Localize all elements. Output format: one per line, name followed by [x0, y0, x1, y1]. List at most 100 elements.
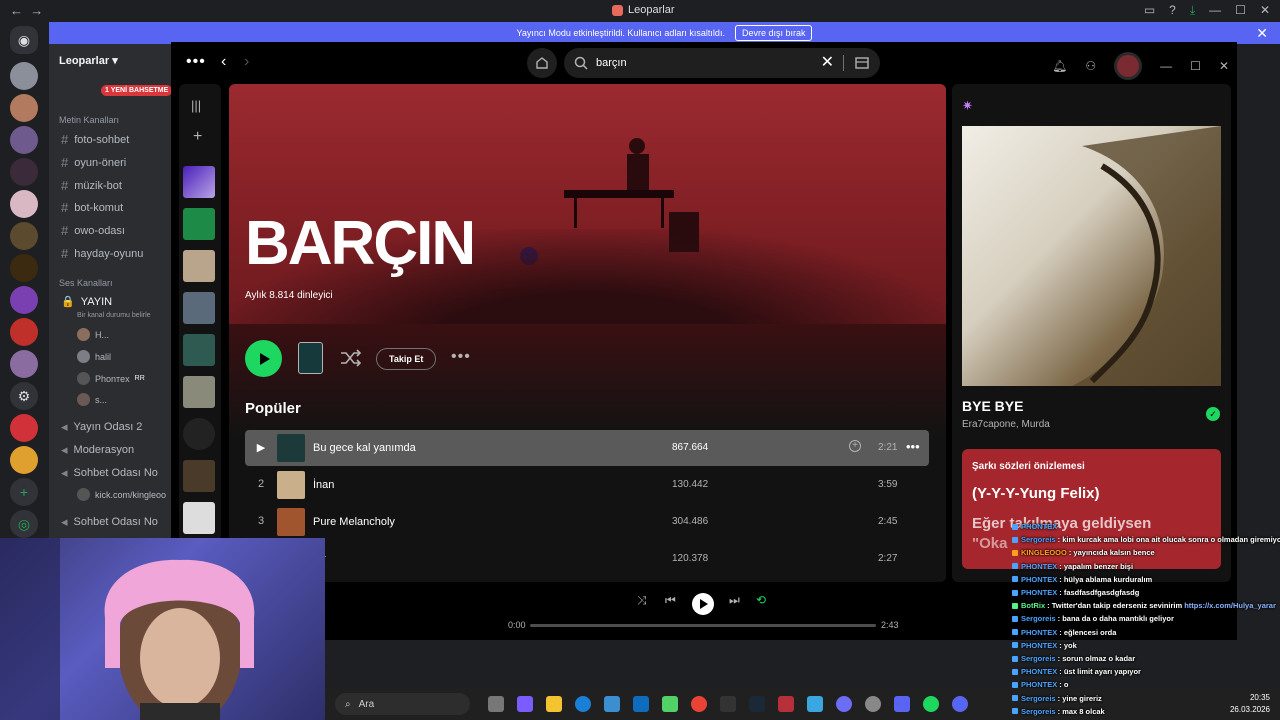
server-icon[interactable]	[10, 94, 38, 122]
voice-user[interactable]: Phonтex RR	[77, 372, 145, 385]
back-icon[interactable]: ‹	[221, 53, 226, 71]
home-button[interactable]	[527, 48, 557, 78]
guild-name[interactable]: Leoparlar ▾	[59, 54, 118, 67]
playlist-tile[interactable]	[183, 334, 215, 366]
server-icon[interactable]	[10, 158, 38, 186]
play-pause-button[interactable]	[692, 593, 714, 615]
progress-bar[interactable]	[530, 624, 876, 627]
openai-icon[interactable]: ⚙	[10, 382, 38, 410]
friends-icon[interactable]: ⚇	[1085, 59, 1096, 73]
kick-icon[interactable]	[662, 696, 678, 712]
server-icon[interactable]	[10, 414, 38, 442]
spotify-icon[interactable]	[923, 696, 939, 712]
previous-icon[interactable]: ⏮︎	[665, 593, 676, 608]
voice-user[interactable]: H...	[77, 328, 109, 341]
playlist-tile[interactable]	[183, 376, 215, 408]
channel-item[interactable]: # bot-komut	[61, 200, 123, 215]
saved-episodes-tile[interactable]	[183, 208, 215, 240]
voice-channel-live[interactable]: 🔒 YAYIN	[61, 295, 112, 309]
channel-item[interactable]: # oyun-öneri	[61, 155, 126, 170]
library-icon[interactable]: |||	[191, 98, 201, 113]
voice-user[interactable]: s...	[77, 393, 107, 406]
server-icon[interactable]	[10, 254, 38, 282]
channel-item[interactable]: # müzik-bot	[61, 178, 122, 193]
voice-user[interactable]: halil	[77, 350, 111, 363]
chrome-icon[interactable]	[691, 696, 707, 712]
search-input[interactable]	[596, 57, 826, 69]
app-icon[interactable]	[778, 696, 794, 712]
new-mention-badge[interactable]: 1 YENİ BAHSETME	[101, 85, 173, 96]
discover-icon[interactable]: ◎	[10, 510, 38, 538]
server-icon[interactable]	[10, 286, 38, 314]
forward-icon[interactable]: ›	[244, 53, 249, 71]
channel-item[interactable]: # foto-sohbet	[61, 132, 129, 147]
close-window-icon[interactable]: ✕	[1219, 59, 1229, 73]
track-title[interactable]: Pure Melancholy	[313, 516, 395, 528]
copilot-icon[interactable]	[517, 696, 533, 712]
now-playing-title[interactable]: BYE BYE	[962, 398, 1023, 414]
discord-icon[interactable]	[952, 696, 968, 712]
artist-tile[interactable]	[183, 418, 215, 450]
playlist-tile[interactable]	[183, 292, 215, 324]
channel-status[interactable]: Bir kanal durumu belirle	[77, 312, 151, 319]
server-icon[interactable]	[10, 350, 38, 378]
edge-icon[interactable]	[575, 696, 591, 712]
file-explorer-icon[interactable]	[546, 696, 562, 712]
more-options-icon[interactable]: •••	[451, 348, 471, 366]
kick-link[interactable]: kick.com/kingleoo	[77, 488, 166, 501]
maximize-icon[interactable]: ☐	[1235, 3, 1246, 18]
more-options-icon[interactable]: •••	[906, 439, 920, 454]
voice-channels-category[interactable]: Ses Kanalları	[59, 278, 113, 288]
track-title[interactable]: İnan	[313, 479, 334, 491]
profile-avatar[interactable]	[1114, 52, 1143, 80]
browse-icon[interactable]	[854, 54, 870, 70]
menu-icon[interactable]: •••	[186, 53, 206, 71]
disable-streamer-mode-button[interactable]: Devre dışı bırak	[734, 25, 813, 41]
minimize-icon[interactable]: —	[1160, 59, 1172, 73]
track-row[interactable]: ter 120.378 2:27	[245, 541, 929, 577]
text-channels-category[interactable]: Metin Kanalları	[59, 115, 119, 125]
add-to-library-icon[interactable]: +	[849, 440, 861, 452]
server-icon[interactable]	[10, 126, 38, 154]
search-bar[interactable]: ✕	[564, 48, 880, 78]
voice-channel[interactable]: ◂ Moderasyon	[61, 442, 134, 458]
server-icon[interactable]	[10, 62, 38, 90]
system-clock[interactable]: 20:35 26.03.2026	[1230, 692, 1270, 716]
close-icon[interactable]: ✕	[1256, 25, 1268, 42]
voice-channel[interactable]: ◂ Sohbet Odası No	[61, 514, 158, 530]
taskbar-search[interactable]: ⌕ Ara	[335, 693, 470, 715]
channel-item[interactable]: # owo-odası	[61, 223, 125, 238]
track-row[interactable]: 3 Pure Melancholy 304.486 2:45	[245, 504, 929, 540]
voice-channel[interactable]: ◂ Yayın Odası 2	[61, 419, 142, 435]
preview-thumbnail[interactable]	[298, 342, 323, 374]
next-icon[interactable]: ⏭︎	[729, 593, 740, 608]
repeat-icon[interactable]: ⟲	[756, 593, 766, 607]
download-icon[interactable]: ⤓	[1190, 3, 1195, 18]
app-icon[interactable]	[865, 696, 881, 712]
bell-icon[interactable]: 🔔︎	[1052, 59, 1067, 73]
back-forward-icon[interactable]: ← →	[10, 3, 43, 18]
album-cover[interactable]	[962, 126, 1221, 386]
liked-songs-tile[interactable]	[183, 166, 215, 198]
play-row-icon[interactable]: ▶	[255, 441, 267, 454]
app-icon[interactable]	[894, 696, 910, 712]
app-icon[interactable]	[836, 696, 852, 712]
playlist-tile[interactable]	[183, 502, 215, 534]
close-window-icon[interactable]: ✕	[1260, 3, 1270, 18]
inbox-icon[interactable]: ▭	[1144, 3, 1155, 18]
minimize-icon[interactable]: —	[1209, 3, 1221, 18]
steam-icon[interactable]	[749, 696, 765, 712]
help-icon[interactable]: ?	[1169, 3, 1176, 18]
outlook-icon[interactable]	[633, 696, 649, 712]
playlist-tile[interactable]	[183, 460, 215, 492]
track-title[interactable]: Bu gece kal yanımda	[313, 442, 416, 454]
store-icon[interactable]	[604, 696, 620, 712]
create-icon[interactable]: +	[193, 128, 202, 146]
add-server-icon[interactable]: +	[10, 478, 38, 506]
server-icon[interactable]	[10, 222, 38, 250]
now-playing-artists[interactable]: Era7capone, Murda	[962, 419, 1050, 430]
shuffle-icon[interactable]	[339, 348, 363, 368]
playlist-tile[interactable]	[183, 250, 215, 282]
shuffle-icon[interactable]: ⤨	[637, 593, 647, 608]
follow-button[interactable]: Takip Et	[376, 348, 437, 370]
